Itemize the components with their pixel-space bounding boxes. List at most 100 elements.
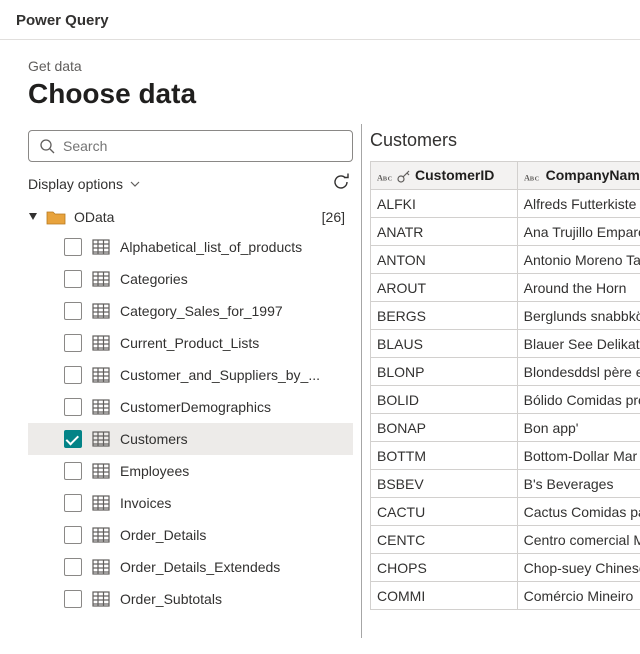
tree-item[interactable]: Employees [28,455,353,487]
search-input[interactable] [55,138,342,154]
tree-item[interactable]: Order_Details_Extendeds [28,551,353,583]
tree-item[interactable]: CustomerDemographics [28,391,353,423]
tree-item[interactable]: Customer_and_Suppliers_by_... [28,359,353,391]
table-row[interactable]: ALFKIAlfreds Futterkiste [371,190,640,218]
refresh-button[interactable] [331,172,351,195]
table-cell: Bottom-Dollar Mar [517,442,640,470]
table-cell: CHOPS [371,554,518,582]
tree-item-label: Order_Details_Extendeds [120,559,280,575]
tree-item[interactable]: Current_Product_Lists [28,327,353,359]
checkbox[interactable] [64,526,82,544]
table-cell: BLONP [371,358,518,386]
table-cell: BLAUS [371,330,518,358]
table-row[interactable]: COMMIComércio Mineiro [371,582,640,610]
table-cell: BERGS [371,302,518,330]
table-cell: Bólido Comidas pre [517,386,640,414]
checkbox[interactable] [64,398,82,416]
tree-item-label: Order_Subtotals [120,591,222,607]
checkbox[interactable] [64,430,82,448]
tree-item-label: Customers [120,431,188,447]
checkbox[interactable] [64,334,82,352]
table-cell: CACTU [371,498,518,526]
table-row[interactable]: BONAPBon app' [371,414,640,442]
preview-table: ABC CustomerID ABC CompanyName ALFKIAlfreds… [370,161,640,610]
checkbox[interactable] [64,366,82,384]
table-icon [92,239,110,255]
table-row[interactable]: BLONPBlondesddsl père e [371,358,640,386]
table-row[interactable]: CACTUCactus Comidas pa [371,498,640,526]
checkbox[interactable] [64,462,82,480]
tree-item-label: Alphabetical_list_of_products [120,239,302,255]
table-cell: Bon app' [517,414,640,442]
checkbox[interactable] [64,558,82,576]
table-row[interactable]: BERGSBerglunds snabbkö [371,302,640,330]
table-cell: COMMI [371,582,518,610]
column-header-label: CompanyName [546,167,640,183]
tree-item[interactable]: Alphabetical_list_of_products [28,231,353,263]
page-title: Choose data [28,78,612,110]
table-cell: Chop-suey Chinese [517,554,640,582]
table-cell: BSBEV [371,470,518,498]
table-row[interactable]: BLAUSBlauer See Delikate [371,330,640,358]
table-row[interactable]: BSBEVB's Beverages [371,470,640,498]
tree-item[interactable]: Order_Details [28,519,353,551]
table-cell: Around the Horn [517,274,640,302]
display-options-dropdown[interactable]: Display options [28,176,141,192]
table-icon [92,431,110,447]
preview-title: Customers [370,130,640,151]
table-cell: Ana Trujillo Empare [517,218,640,246]
table-cell: Blauer See Delikate [517,330,640,358]
table-row[interactable]: CENTCCentro comercial M [371,526,640,554]
checkbox[interactable] [64,270,82,288]
search-input-wrapper[interactable] [28,130,353,162]
tree-item[interactable]: Categories [28,263,353,295]
column-header[interactable]: ABCCustomerID [371,162,518,190]
tree-root-odata[interactable]: OData [26] [28,203,353,231]
table-icon [92,271,110,287]
svg-text:C: C [534,175,539,182]
tree-item[interactable]: Order_Subtotals [28,583,353,615]
table-row[interactable]: CHOPSChop-suey Chinese [371,554,640,582]
checkbox[interactable] [64,302,82,320]
table-row[interactable]: ANTONAntonio Moreno Ta [371,246,640,274]
table-cell: Cactus Comidas pa [517,498,640,526]
table-cell: BOTTM [371,442,518,470]
table-icon [92,591,110,607]
tree-item[interactable]: Category_Sales_for_1997 [28,295,353,327]
table-row[interactable]: BOTTMBottom-Dollar Mar [371,442,640,470]
checkbox[interactable] [64,238,82,256]
table-icon [92,495,110,511]
refresh-icon [331,172,351,192]
table-icon [92,399,110,415]
table-cell: Berglunds snabbkö [517,302,640,330]
checkbox[interactable] [64,590,82,608]
preview-pane: Customers ABC CustomerID ABC CompanyName AL… [362,124,640,638]
svg-text:C: C [388,175,393,182]
checkbox[interactable] [64,494,82,512]
table-row[interactable]: BOLIDBólido Comidas pre [371,386,640,414]
navigator-pane: Display options OData [26] Alphabetical_… [0,124,362,638]
column-header[interactable]: ABC CompanyName [517,162,640,190]
folder-icon [46,209,66,225]
app-title: Power Query [0,0,640,40]
table-cell: ALFKI [371,190,518,218]
table-cell: Comércio Mineiro [517,582,640,610]
tree-item-label: Customer_and_Suppliers_by_... [120,367,320,383]
column-header-label: CustomerID [415,167,494,183]
table-cell: B's Beverages [517,470,640,498]
tree-item-label: Order_Details [120,527,206,543]
table-row[interactable]: AROUTAround the Horn [371,274,640,302]
table-row[interactable]: ANATRAna Trujillo Empare [371,218,640,246]
tree-item-label: Invoices [120,495,171,511]
table-icon [92,335,110,351]
expand-collapse-icon[interactable] [28,212,38,222]
tree-item[interactable]: Invoices [28,487,353,519]
search-icon [39,138,55,154]
text-type-icon: ABC [524,170,542,184]
tree-item[interactable]: Customers [28,423,353,455]
table-cell: ANTON [371,246,518,274]
tree-root-count: [26] [322,209,351,225]
breadcrumb[interactable]: Get data [28,58,612,74]
display-options-label: Display options [28,176,123,192]
tree-item-label: Categories [120,271,188,287]
